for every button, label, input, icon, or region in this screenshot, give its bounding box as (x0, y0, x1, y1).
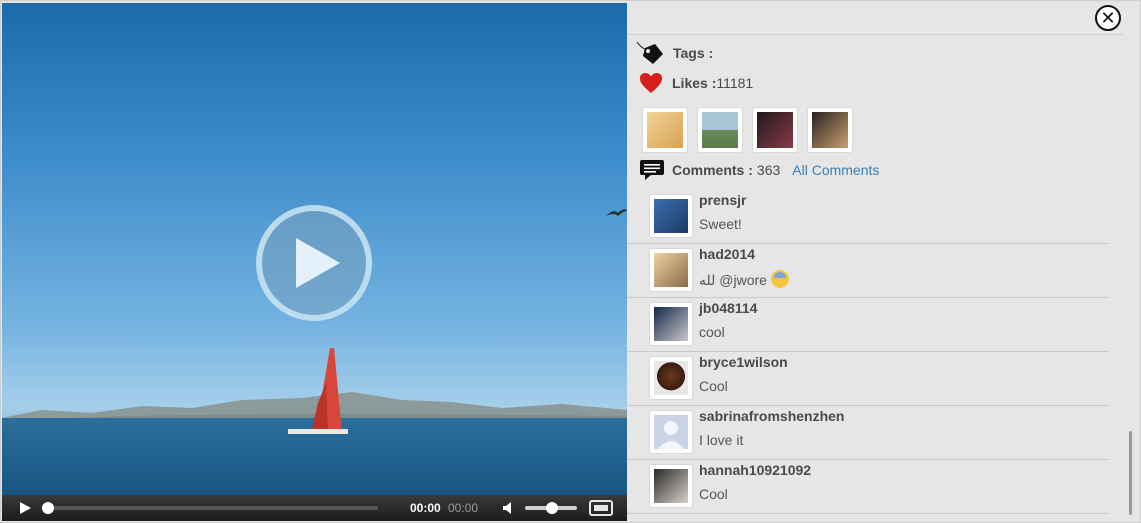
likes-label: Likes : (672, 75, 717, 91)
volume-handle[interactable] (546, 502, 558, 514)
comment-text: I love it (699, 432, 744, 448)
comments-row: Comments : 363 All Comments (639, 159, 879, 181)
close-icon: ✕ (1100, 8, 1116, 28)
comment-text: Cool (699, 486, 728, 502)
comment-username[interactable]: bryce1wilson (699, 354, 788, 370)
comment-text-wrap: لله @jwore (699, 270, 789, 289)
commenter-avatar[interactable] (649, 464, 693, 508)
comment-username[interactable]: jb048114 (699, 300, 757, 316)
sailboat-image (288, 348, 348, 434)
likes-count: 11181 (716, 75, 754, 91)
comment-text: cool (699, 324, 725, 340)
total-time: 00:00 (448, 501, 479, 515)
comment-username[interactable]: prensjr (699, 192, 746, 208)
info-panel: ✕ Tags : Likes : 11181 Comments: 363 Al… (627, 3, 1140, 521)
comments-list: prensjr Sweet! had2014 لله @jwore jb0481… (627, 190, 1109, 514)
liker-avatar[interactable] (697, 107, 743, 153)
commenter-avatar[interactable] (649, 248, 693, 292)
media-viewer: 00:00 00:00 ✕ Tags : Likes: 11181 Comme… (0, 0, 1141, 523)
heart-icon (640, 73, 662, 93)
play-icon (296, 238, 340, 288)
comments-label: Comments : (672, 162, 753, 178)
liker-avatar[interactable] (642, 107, 688, 153)
comment-item: hannah10921092 Cool (627, 460, 1109, 514)
comment-item: prensjr Sweet! (627, 190, 1109, 244)
default-avatar-icon (654, 415, 688, 449)
tags-label: Tags : (673, 45, 714, 61)
comment-username[interactable]: had2014 (699, 246, 755, 262)
tag-icon (636, 41, 663, 64)
comment-icon (640, 160, 664, 180)
seek-handle[interactable] (42, 502, 54, 514)
comment-text: لله @jwore (699, 272, 767, 288)
likes-row: Likes : 11181 (639, 72, 753, 94)
liker-avatar[interactable] (752, 107, 798, 153)
commenter-avatar[interactable] (649, 302, 693, 346)
likers-list (642, 107, 853, 153)
play-overlay-button[interactable] (256, 205, 372, 321)
current-time: 00:00 (410, 501, 441, 515)
volume-icon[interactable] (502, 501, 516, 515)
comment-item: sabrinafromshenzhen I love it (627, 406, 1109, 460)
commenter-avatar[interactable] (649, 356, 693, 400)
commenter-avatar[interactable] (649, 194, 693, 238)
scrollbar-thumb[interactable] (1129, 431, 1132, 515)
comment-item: jb048114 cool (627, 298, 1109, 352)
video-controls: 00:00 00:00 (2, 495, 627, 521)
close-button[interactable]: ✕ (1095, 5, 1121, 31)
divider (627, 34, 1123, 35)
fearful-face-icon (770, 270, 789, 288)
bird-image (606, 209, 627, 216)
video-player[interactable]: 00:00 00:00 (2, 3, 627, 521)
comment-item: bryce1wilson Cool (627, 352, 1109, 406)
comment-username[interactable]: sabrinafromshenzhen (699, 408, 844, 424)
comment-username[interactable]: hannah10921092 (699, 462, 811, 478)
liker-avatar[interactable] (807, 107, 853, 153)
all-comments-link[interactable]: All Comments (792, 162, 879, 178)
comments-count: 363 (756, 162, 781, 178)
comment-text: Cool (699, 378, 728, 394)
seek-bar[interactable] (44, 506, 378, 510)
play-icon[interactable] (18, 501, 32, 515)
tags-row: Tags : (635, 40, 713, 66)
commenter-avatar[interactable] (649, 410, 693, 454)
comment-item: had2014 لله @jwore (627, 244, 1109, 298)
comment-text: Sweet! (699, 216, 742, 232)
fullscreen-button[interactable] (589, 500, 613, 516)
